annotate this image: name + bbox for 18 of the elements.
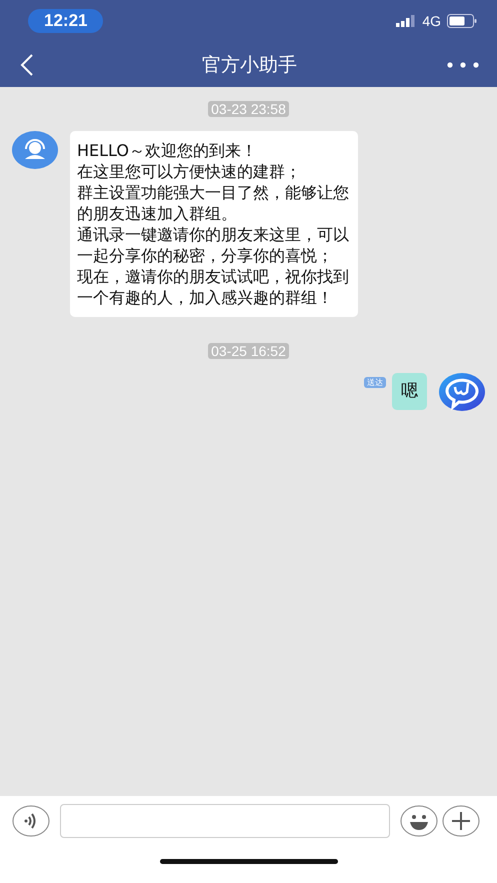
back-icon[interactable] (20, 54, 34, 76)
emoji-icon[interactable] (400, 805, 438, 837)
battery-icon (447, 14, 477, 28)
timestamp: 03-23 23:58 (208, 101, 289, 117)
message-bubble: HELLO～欢迎您的到来！ 在这里您可以方便快速的建群； 群主设置功能强大一目了然，能够让您 的朋友迅速加入群组。 通讯录一键邀请你的朋友来这里，可以 一起分享你的秘密，分享你的喜悦； 现在，邀请你的朋友试试吧，祝你找到 一个有趣的人，加入感兴趣的群组！ (70, 131, 358, 317)
user-avatar (439, 373, 485, 411)
voice-icon[interactable] (12, 805, 50, 837)
chat-title: 官方小助手 (202, 52, 297, 78)
network-label: 4G (422, 13, 441, 29)
signal-icon (396, 15, 416, 27)
more-icon[interactable] (447, 62, 479, 68)
message-input[interactable] (60, 804, 390, 838)
timestamp: 03-25 16:52 (208, 343, 289, 359)
message-bubble: 嗯 (392, 373, 427, 410)
add-icon[interactable] (442, 805, 480, 837)
assistant-avatar (12, 131, 58, 169)
delivered-tag: 送达 (364, 377, 386, 388)
status-time: 12:21 (28, 9, 104, 33)
